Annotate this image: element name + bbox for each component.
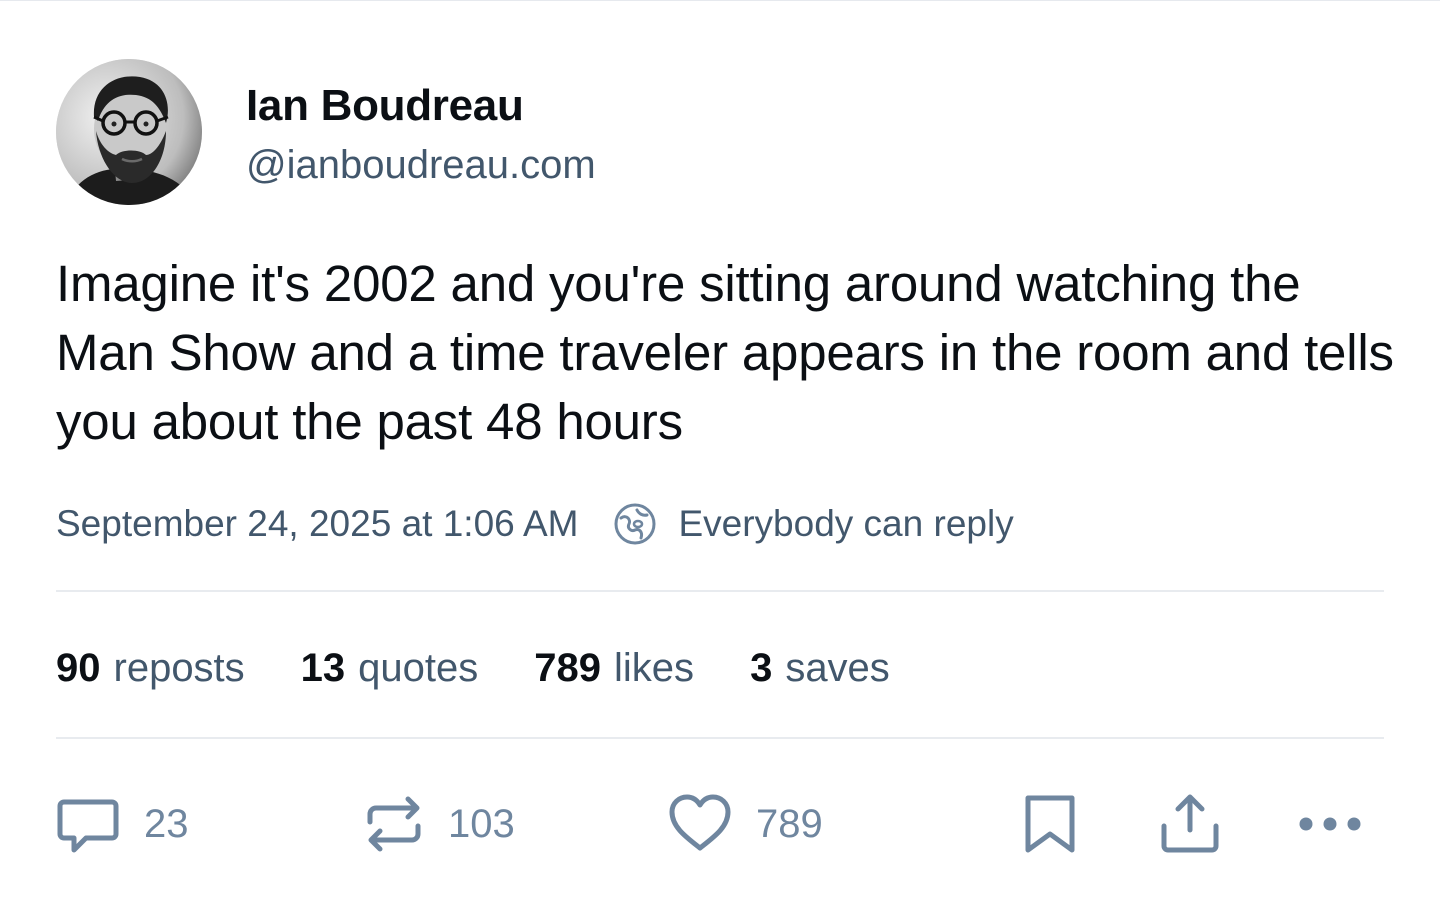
engagement-stats: 90 reposts 13 quotes 789 likes 3 saves: [56, 641, 946, 695]
save-button[interactable]: [1020, 791, 1080, 857]
divider: [56, 590, 1384, 592]
user-avatar-photo-icon: [56, 59, 202, 205]
post-meta: September 24, 2025 at 1:06 AM Everybody …: [56, 501, 1014, 547]
reposts-stat[interactable]: 90 reposts: [56, 646, 245, 691]
saves-stat[interactable]: 3 saves: [750, 646, 890, 691]
repost-arrows-icon: [367, 796, 421, 852]
more-options-button[interactable]: [1292, 791, 1368, 857]
share-icon: [1161, 794, 1219, 853]
likes-count: 789: [534, 645, 602, 690]
share-button[interactable]: [1156, 791, 1224, 857]
post-thread-view: Ian Boudreau @ianboudreau.com Imagine it…: [0, 0, 1440, 899]
repost-button[interactable]: 103: [362, 791, 515, 857]
speech-bubble-icon: [57, 799, 119, 853]
reply-button[interactable]: 23: [54, 791, 189, 857]
saves-label: saves: [785, 645, 890, 690]
reposts-count: 90: [56, 645, 101, 690]
post-body-text: Imagine it's 2002 and you're sitting aro…: [56, 255, 1394, 450]
divider: [56, 737, 1384, 739]
author-avatar[interactable]: [56, 59, 202, 205]
like-button[interactable]: 789: [666, 791, 823, 857]
heart-icon: [669, 794, 731, 851]
repost-count: 103: [448, 801, 515, 846]
globe-icon: [612, 501, 658, 547]
saves-count: 3: [750, 645, 773, 690]
likes-stat[interactable]: 789 likes: [534, 646, 694, 691]
likes-label: likes: [614, 645, 695, 690]
ellipsis-icon: [1299, 817, 1361, 831]
reposts-label: reposts: [113, 645, 245, 690]
bookmark-icon: [1025, 795, 1075, 853]
reply-count: 23: [144, 801, 189, 846]
author-display-name[interactable]: Ian Boudreau: [246, 81, 524, 131]
quotes-label: quotes: [358, 645, 479, 690]
like-count: 789: [756, 801, 823, 846]
quotes-count: 13: [300, 645, 346, 690]
author-handle[interactable]: @ianboudreau.com: [246, 143, 596, 188]
quotes-stat[interactable]: 13 quotes: [301, 646, 479, 691]
reply-setting-label[interactable]: Everybody can reply: [678, 503, 1013, 545]
post-timestamp[interactable]: September 24, 2025 at 1:06 AM: [56, 503, 578, 545]
